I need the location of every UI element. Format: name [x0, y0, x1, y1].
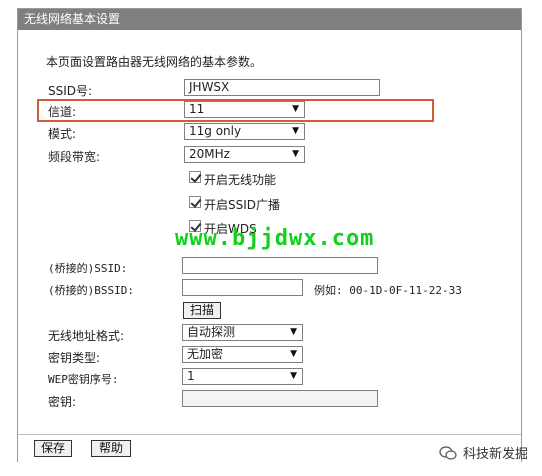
bandwidth-value: 20MHz [189, 147, 230, 161]
save-button[interactable]: 保存 [34, 440, 72, 457]
wep-index-label: WEP密钥序号: [48, 373, 119, 386]
addr-format-select[interactable]: 自动探测 ▼ [182, 324, 303, 341]
dropdown-arrow-icon: ▼ [292, 126, 299, 136]
bridge-ssid-input[interactable] [182, 257, 378, 274]
bridge-ssid-label: (桥接的)SSID: [48, 262, 128, 275]
wireless-basic-settings-panel: 无线网络基本设置 本页面设置路由器无线网络的基本参数。 SSID号: JHWSX… [17, 8, 522, 462]
key-type-label: 密钥类型: [48, 351, 101, 365]
brand-badge: 科技新发掘 [439, 443, 528, 462]
dropdown-arrow-icon: ▼ [290, 349, 297, 359]
bridge-bssid-label: (桥接的)BSSID: [48, 284, 134, 297]
help-button[interactable]: 帮助 [91, 440, 131, 457]
enable-ssid-broadcast-label: 开启SSID广播 [204, 198, 281, 212]
scan-button[interactable]: 扫描 [183, 302, 221, 319]
mode-value: 11g only [189, 124, 242, 138]
panel-title: 无线网络基本设置 [18, 9, 521, 30]
enable-wds-label: 开启WDS [204, 222, 257, 236]
dropdown-arrow-icon: ▼ [290, 327, 297, 337]
page-description: 本页面设置路由器无线网络的基本参数。 [46, 55, 263, 69]
key-input[interactable] [182, 390, 378, 407]
enable-wireless-checkbox[interactable] [189, 171, 201, 183]
wep-index-value: 1 [187, 369, 195, 383]
bssid-example: 例如: 00-1D-0F-11-22-33 [314, 284, 462, 297]
bandwidth-label: 频段带宽: [48, 150, 101, 164]
enable-wds-checkbox[interactable] [189, 220, 201, 232]
dropdown-arrow-icon: ▼ [292, 104, 299, 114]
ssid-label: SSID号: [48, 84, 93, 98]
bridge-bssid-input[interactable] [182, 279, 303, 296]
bandwidth-select[interactable]: 20MHz ▼ [184, 146, 305, 163]
channel-label: 信道: [48, 105, 77, 119]
brand-name: 科技新发掘 [462, 447, 528, 462]
enable-ssid-broadcast-checkbox[interactable] [189, 196, 201, 208]
dropdown-arrow-icon: ▼ [290, 371, 297, 381]
enable-wireless-label: 开启无线功能 [204, 173, 277, 187]
addr-format-value: 自动探测 [187, 325, 236, 339]
key-label: 密钥: [48, 395, 77, 409]
addr-format-label: 无线地址格式: [48, 329, 125, 343]
channel-value: 11 [189, 102, 205, 116]
ssid-input[interactable]: JHWSX [184, 79, 380, 96]
mode-select[interactable]: 11g only ▼ [184, 123, 305, 140]
chat-bubble-icon [439, 445, 457, 460]
channel-select[interactable]: 11 ▼ [184, 101, 305, 118]
key-type-value: 无加密 [187, 347, 224, 361]
wep-index-select[interactable]: 1 ▼ [182, 368, 303, 385]
key-type-select[interactable]: 无加密 ▼ [182, 346, 303, 363]
mode-label: 模式: [48, 127, 77, 141]
dropdown-arrow-icon: ▼ [292, 149, 299, 159]
